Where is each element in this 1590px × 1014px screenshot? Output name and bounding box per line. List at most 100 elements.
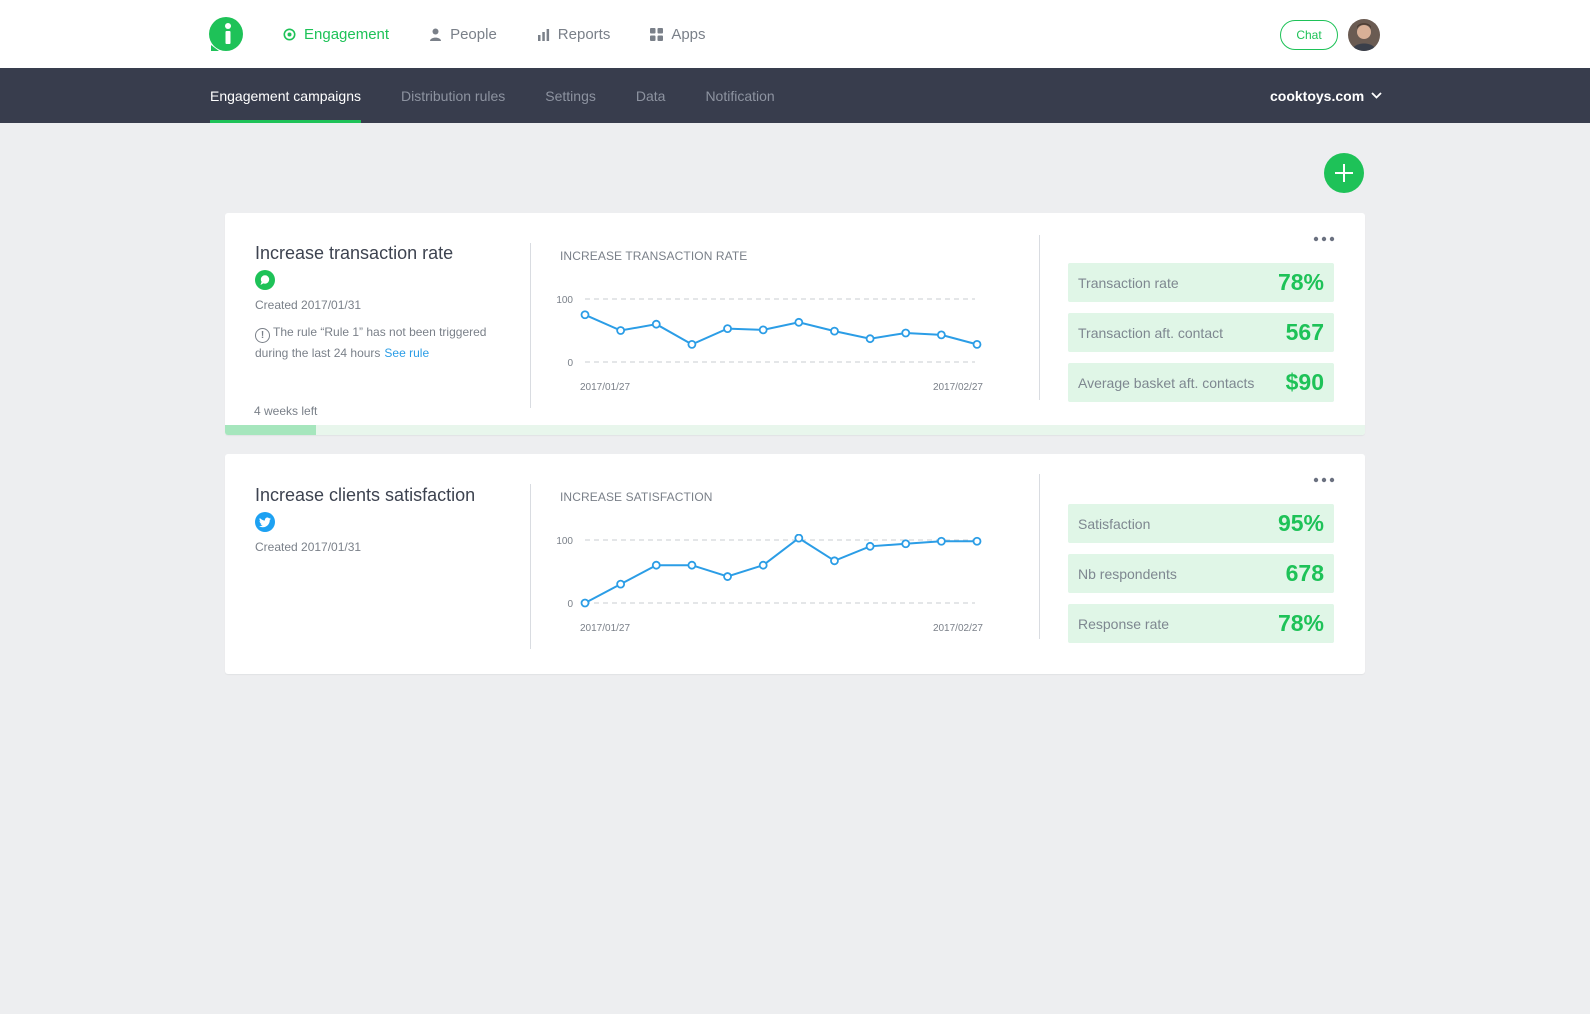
main-nav: Engagement People Reports Apps: [283, 0, 746, 68]
stat-value: 567: [1285, 319, 1324, 345]
divider: [530, 243, 531, 408]
nav-item-label: People: [450, 25, 497, 43]
chart-title: INCREASE SATISFACTION: [560, 490, 713, 504]
stat-row: Nb respondents 678: [1068, 554, 1334, 593]
data-point: [651, 560, 661, 570]
campaign-title[interactable]: Increase transaction rate: [255, 243, 515, 264]
y-tick-label: 0: [567, 358, 573, 369]
data-point: [616, 579, 626, 589]
stats-panel: Transaction rate 78% Transaction aft. con…: [1068, 263, 1334, 413]
nav-item-reports[interactable]: Reports: [537, 26, 610, 43]
stat-value: 678: [1285, 560, 1324, 586]
y-tick-label: 100: [556, 536, 573, 547]
data-point: [723, 324, 732, 334]
campaign-info: Increase transaction rate Created 2017/0…: [255, 243, 515, 363]
created-date: Created 2017/01/31: [255, 539, 362, 554]
top-bar: Engagement People Reports Apps Chat: [0, 0, 1590, 68]
campaign-title[interactable]: Increase clients satisfaction: [255, 485, 515, 506]
data-point: [687, 339, 697, 349]
series-line: [584, 313, 978, 346]
add-campaign-button[interactable]: [1324, 153, 1364, 193]
nav-item-label: Apps: [671, 25, 706, 43]
sub-nav: Engagement campaigns Distribution rules …: [0, 68, 1590, 123]
sub-nav-tabs: Engagement campaigns Distribution rules …: [210, 68, 815, 123]
x-tick-label: 2017/01/27: [580, 382, 630, 393]
campaign-card: Increase transaction rate Created 2017/0…: [225, 213, 1365, 435]
data-point: [901, 328, 911, 338]
progress-fill: [225, 425, 317, 435]
intercom-logo-icon[interactable]: [209, 17, 243, 51]
chevron-down-icon: [1371, 92, 1382, 99]
data-point: [794, 317, 804, 327]
data-point: [651, 319, 661, 329]
stat-row: Satisfaction 95%: [1068, 504, 1334, 543]
stat-row: Average basket aft. contacts $90: [1068, 363, 1334, 402]
data-point: [580, 598, 590, 608]
data-point: [794, 534, 804, 543]
nav-item-engagement[interactable]: Engagement: [283, 26, 389, 43]
stat-row: Transaction aft. contact 567: [1068, 313, 1334, 352]
stat-value: 78%: [1277, 610, 1324, 636]
progress-bar: [225, 425, 1365, 435]
data-point: [580, 310, 590, 320]
data-point: [972, 536, 982, 546]
y-tick-label: 100: [556, 295, 573, 306]
person-icon: [430, 28, 442, 41]
nav-item-label: Engagement: [304, 25, 390, 43]
stat-label: Nb respondents: [1078, 565, 1177, 582]
warning-message: ! The rule “Rule 1” has not been triggere…: [255, 322, 515, 363]
x-tick-label: 2017/01/27: [580, 623, 630, 634]
series-line: [584, 536, 977, 604]
data-point: [972, 339, 982, 349]
data-point: [830, 326, 839, 336]
data-point: [830, 556, 839, 566]
data-point: [865, 334, 875, 344]
stat-row: Response rate 78%: [1068, 604, 1334, 643]
more-options-icon[interactable]: [1313, 236, 1335, 242]
stat-value: 78%: [1277, 269, 1324, 295]
data-point: [901, 539, 911, 549]
stat-value: 95%: [1277, 510, 1324, 536]
campaign-card: Increase clients satisfaction Created 20…: [225, 454, 1365, 674]
data-point: [936, 536, 946, 546]
data-point: [758, 325, 768, 335]
grid-icon: [650, 27, 664, 41]
chat-button[interactable]: Chat: [1280, 20, 1338, 50]
data-point: [723, 572, 732, 581]
tab-notification[interactable]: Notification: [705, 68, 774, 123]
stat-row: Transaction rate 78%: [1068, 263, 1334, 302]
site-name: cooktoys.com: [1270, 87, 1365, 104]
see-rule-link[interactable]: See rule: [384, 346, 429, 360]
data-point: [758, 560, 768, 570]
data-point: [936, 330, 946, 340]
twitter-icon: [255, 512, 275, 532]
x-tick-label: 2017/02/27: [933, 382, 983, 393]
site-selector[interactable]: cooktoys.com: [1270, 68, 1382, 123]
created-date: Created 2017/01/31: [255, 298, 362, 312]
divider: [530, 484, 531, 649]
chart-title: INCREASE TRANSACTION RATE: [560, 249, 748, 263]
stats-panel: Satisfaction 95% Nb respondents 678 Respon…: [1068, 504, 1334, 654]
data-point: [865, 541, 875, 551]
more-options-icon[interactable]: [1313, 477, 1335, 483]
nav-item-apps[interactable]: Apps: [650, 25, 706, 43]
x-tick-label: 2017/02/27: [933, 623, 983, 634]
stat-value: $90: [1285, 369, 1324, 395]
line-chart: 100 0 2017/01/27 2017/02/27: [556, 295, 983, 393]
stat-label: Satisfaction: [1078, 515, 1151, 532]
tab-distribution-rules[interactable]: Distribution rules: [401, 68, 505, 123]
tab-engagement-campaigns[interactable]: Engagement campaigns: [210, 68, 361, 123]
user-avatar-icon: [1348, 19, 1380, 51]
stat-label: Average basket aft. contacts: [1078, 374, 1255, 391]
exclamation-icon: !: [255, 328, 270, 343]
avatar[interactable]: [1348, 19, 1380, 51]
bar-chart-icon: [537, 28, 549, 41]
tab-settings[interactable]: Settings: [545, 68, 596, 123]
tab-data[interactable]: Data: [636, 68, 666, 123]
nav-item-people[interactable]: People: [429, 26, 497, 43]
weeks-left: 4 weeks left: [254, 404, 318, 418]
divider: [1039, 474, 1040, 639]
stat-label: Transaction aft. contact: [1078, 324, 1223, 341]
y-tick-label: 0: [567, 599, 573, 610]
campaign-info: Increase clients satisfaction Created 20…: [255, 485, 515, 554]
